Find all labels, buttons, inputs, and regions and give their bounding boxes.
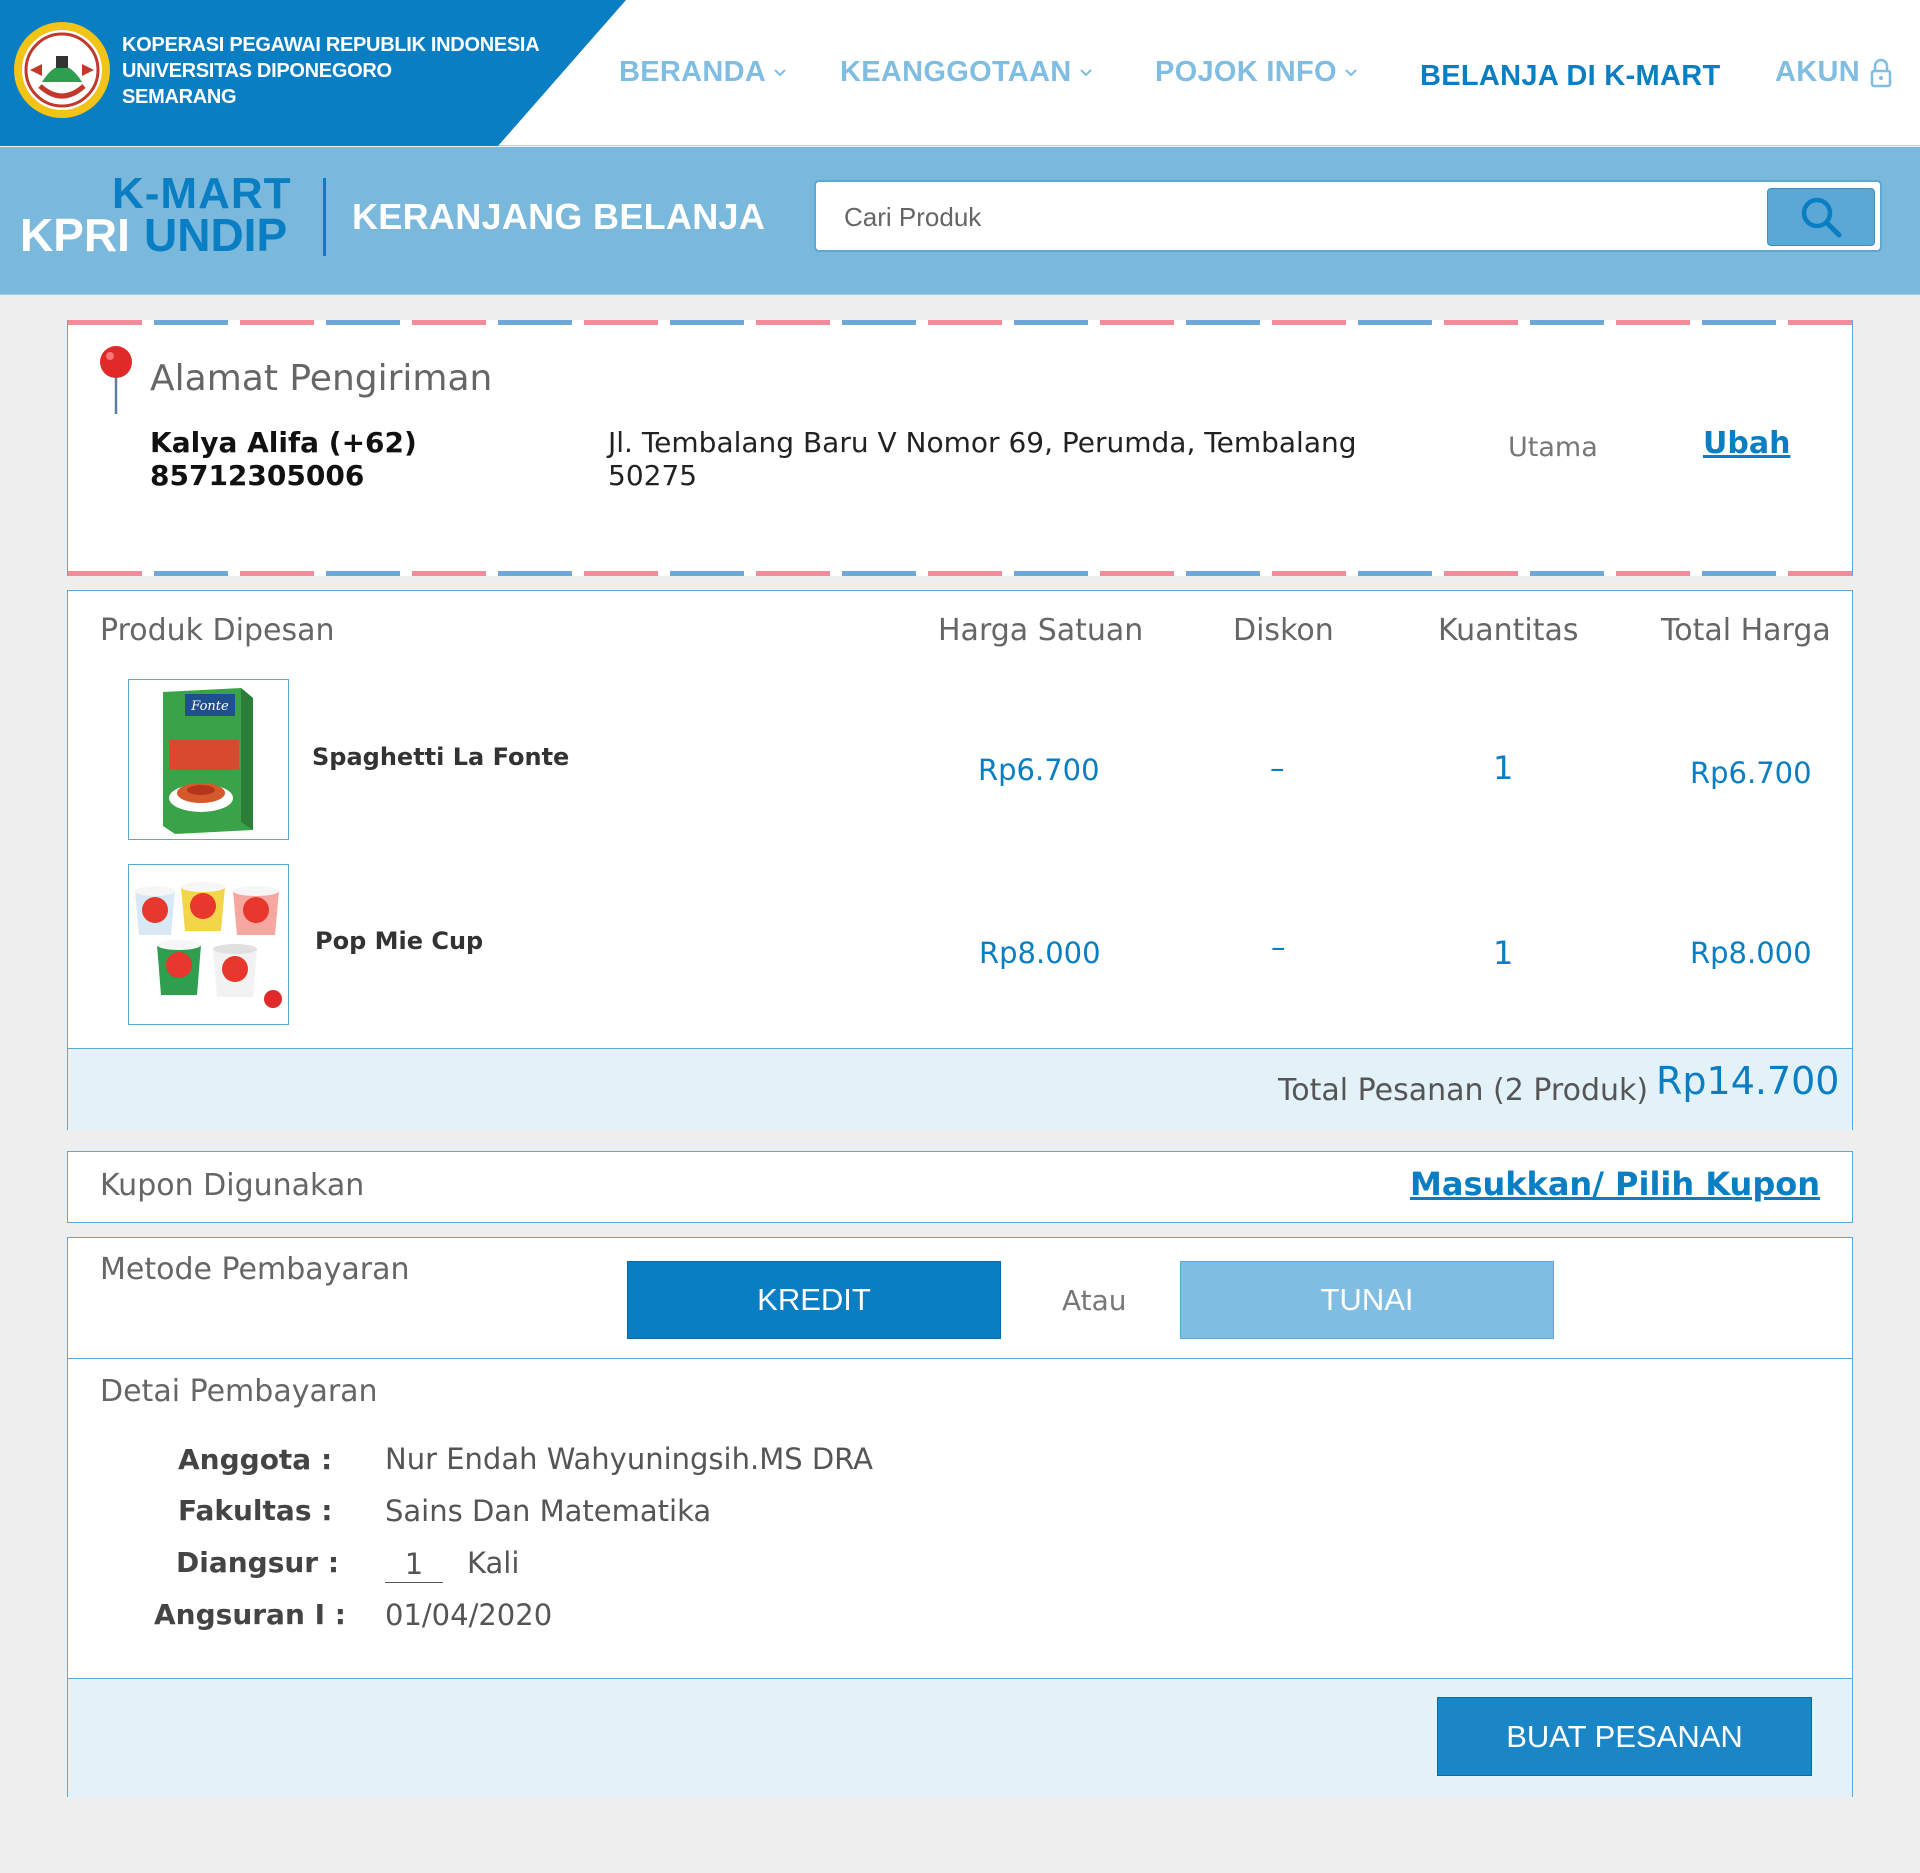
search-input[interactable] (844, 200, 1744, 234)
coupon-card: Kupon Digunakan Masukkan/ Pilih Kupon (67, 1151, 1853, 1223)
spaghetti-box-image: Fonte (163, 688, 253, 834)
address-tag: Utama (1508, 432, 1598, 463)
org-line-3: SEMARANG (122, 86, 237, 108)
member-value: Nur Endah Wahyuningsih.MS DRA (385, 1442, 873, 1476)
edit-address-link[interactable]: Ubah (1703, 426, 1790, 461)
nav-pojok-info[interactable]: POJOK INFO (1155, 56, 1357, 89)
pop-mie-cups-image (135, 882, 282, 1008)
search-bar (814, 180, 1882, 252)
header-product: Produk Dipesan (100, 613, 335, 648)
payment-card: Metode Pembayaran KREDIT Atau TUNAI Deta… (67, 1237, 1853, 1797)
location-pin-icon (100, 346, 132, 414)
chevron-down-icon (1079, 68, 1092, 76)
recipient-name-phone: Kalya Alifa (+62) 85712305006 (150, 426, 417, 492)
faculty-label: Fakultas : (178, 1494, 333, 1527)
page-title: KERANJANG BELANJA (352, 196, 766, 237)
installment-unit: Kali (467, 1546, 520, 1580)
unit-price: Rp8.000 (979, 936, 1101, 970)
nav-beranda-label: BERANDA (619, 56, 767, 88)
ordered-products-card: Produk Dipesan Harga Satuan Diskon Kuant… (67, 590, 1853, 1130)
installment-label: Diangsur : (176, 1546, 340, 1579)
order-total-band: Total Pesanan (2 Produk) Rp14.700 (68, 1048, 1852, 1130)
product-row: Fonte Spaghetti La Fonte Rp6.700 – 1 Rp6… (68, 679, 1852, 840)
line-total: Rp6.700 (1690, 756, 1812, 790)
discount: – (1271, 930, 1286, 964)
product-name: Pop Mie Cup (315, 927, 484, 955)
tunai-button[interactable]: TUNAI (1180, 1261, 1554, 1339)
chevron-down-icon (1345, 68, 1357, 76)
header-total: Total Harga (1661, 613, 1831, 648)
nav-keanggotaan[interactable]: KEANGGOTAAN (840, 56, 1092, 89)
nav-akun-label: AKUN (1775, 56, 1860, 88)
product-image-spaghetti[interactable]: Fonte (128, 679, 289, 840)
order-total-value: Rp14.700 (1656, 1059, 1840, 1103)
address-title: Alamat Pengiriman (150, 358, 493, 399)
brand-kpri[interactable]: KPRI (20, 212, 130, 258)
order-action-band: BUAT PESANAN (68, 1678, 1852, 1797)
search-button[interactable] (1767, 188, 1875, 246)
choose-coupon-link[interactable]: Masukkan/ Pilih Kupon (1410, 1165, 1820, 1203)
coupon-label: Kupon Digunakan (100, 1168, 365, 1203)
place-order-button[interactable]: BUAT PESANAN (1437, 1697, 1812, 1776)
nav-pojok-info-label: POJOK INFO (1155, 56, 1337, 88)
header-unit-price: Harga Satuan (938, 613, 1144, 648)
kredit-button[interactable]: KREDIT (627, 1261, 1001, 1339)
header-discount: Diskon (1233, 613, 1334, 648)
airmail-stripe-top (68, 320, 1852, 325)
first-installment-label: Angsuran I : (154, 1598, 346, 1631)
chevron-down-icon (774, 68, 786, 76)
or-label: Atau (1062, 1284, 1127, 1317)
org-line-1: KOPERASI PEGAWAI REPUBLIK INDONESIA (122, 34, 540, 56)
lock-icon (1870, 58, 1892, 87)
org-line-2: UNIVERSITAS DIPONEGORO (122, 60, 392, 82)
search-icon (1801, 197, 1842, 238)
kpri-logo-icon[interactable] (12, 20, 112, 120)
shipping-address-card: Alamat Pengiriman Kalya Alifa (+62) 8571… (67, 320, 1853, 576)
discount: – (1270, 751, 1285, 785)
quantity[interactable]: 1 (1493, 749, 1513, 787)
airmail-stripe-bottom (68, 571, 1852, 576)
organization-name: KOPERASI PEGAWAI REPUBLIK INDONESIA UNIV… (122, 32, 540, 110)
installment-count-field[interactable]: 1 (385, 1546, 443, 1583)
quantity[interactable]: 1 (1493, 934, 1513, 972)
nav-keanggotaan-label: KEANGGOTAAN (840, 56, 1072, 88)
header-quantity: Kuantitas (1438, 613, 1579, 648)
product-row: Pop Mie Cup Rp8.000 – 1 Rp8.000 (68, 864, 1852, 1025)
nav-beranda[interactable]: BERANDA (619, 56, 786, 89)
address-text: Jl. Tembalang Baru V Nomor 69, Perumda, … (608, 426, 1357, 492)
brand-undip[interactable]: UNDIP (144, 212, 287, 258)
nav-akun[interactable]: AKUN (1775, 56, 1892, 89)
order-total-label: Total Pesanan (2 Produk) (1278, 1073, 1649, 1108)
product-name: Spaghetti La Fonte (312, 743, 570, 771)
member-label: Anggota : (178, 1443, 333, 1476)
nav-belanja-di-kmart[interactable]: BELANJA DI K-MART (1420, 60, 1720, 93)
product-image-popmie[interactable] (128, 864, 289, 1025)
payment-detail-title: Detai Pembayaran (100, 1374, 378, 1409)
payment-divider (68, 1358, 1852, 1359)
top-header: KOPERASI PEGAWAI REPUBLIK INDONESIA UNIV… (0, 0, 1920, 146)
payment-method-label: Metode Pembayaran (100, 1252, 410, 1287)
unit-price: Rp6.700 (978, 753, 1100, 787)
svg-text:Fonte: Fonte (190, 699, 229, 714)
nav-belanja-label: BELANJA DI K-MART (1420, 60, 1721, 92)
header-divider (323, 178, 326, 256)
line-total: Rp8.000 (1690, 936, 1812, 970)
first-installment-date: 01/04/2020 (385, 1598, 553, 1632)
faculty-value: Sains Dan Matematika (385, 1494, 712, 1528)
